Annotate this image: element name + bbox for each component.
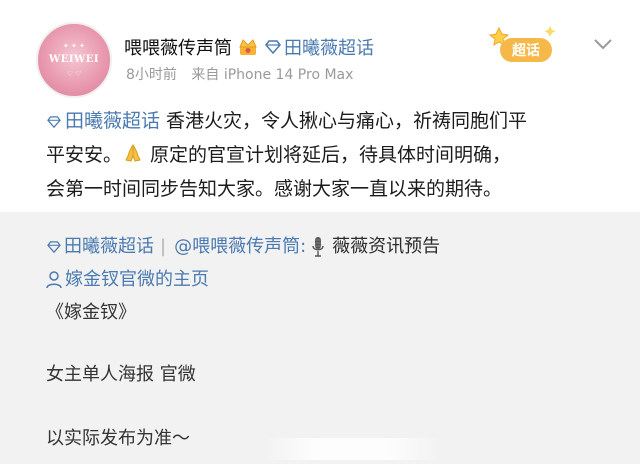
- post-time: 8小时前: [126, 67, 177, 83]
- topic-link-label: 田曦薇超话: [284, 38, 374, 59]
- repost-poster-line: 女主单人海报 官微: [46, 364, 196, 385]
- post-topic-link[interactable]: 田曦薇超话: [46, 110, 160, 132]
- diamond-icon: [47, 241, 61, 253]
- repost-title-line: 《嫁金钗》: [46, 302, 136, 323]
- post-body: 田曦薇超话 香港火灾，令人揪心与痛心，祈祷同胞们平 平安安。 原定的官宣计划将延…: [46, 104, 626, 206]
- super-topic-badge-label: 超话: [511, 42, 540, 59]
- repost-channel: 薇薇资讯预告: [332, 236, 441, 257]
- repost-topic-link[interactable]: 田曦薇超话: [64, 234, 154, 260]
- repost-card[interactable]: 田曦薇超话 | @喂喂薇传声筒: 薇薇资讯预告 嫁金钗官微的主页 《嫁金钗》 女…: [0, 212, 640, 464]
- avatar-logo: WEIWEI: [48, 54, 100, 65]
- diamond-icon: [265, 40, 281, 54]
- watermark-blur: [262, 438, 442, 460]
- post-line-2b: 原定的官宣计划将延后，待具体时间明确，: [144, 144, 512, 166]
- post-line-3: 会第一时间同步告知大家。感谢大家一直以来的期待。: [46, 178, 503, 200]
- person-icon: [46, 271, 62, 289]
- chevron-down-icon[interactable]: [592, 36, 614, 52]
- repost-note-line: 以实际发布为准～: [46, 428, 190, 449]
- username[interactable]: 喂喂薇传声筒: [124, 34, 232, 60]
- repost-mention[interactable]: @喂喂薇传声筒:: [174, 234, 306, 260]
- post-topic-label: 田曦薇超话: [65, 110, 161, 132]
- name-row: 喂喂薇传声筒 田曦薇超话: [124, 34, 374, 60]
- microphone-icon: [312, 237, 324, 257]
- repost-separator: |: [160, 236, 167, 257]
- avatar-decoration: ✦ ✦ ✦: [62, 42, 86, 50]
- avatar[interactable]: ✦ ✦ ✦ WEIWEI ♡ ♡: [36, 22, 112, 98]
- super-topic-badge[interactable]: 超话: [486, 24, 558, 68]
- pray-icon: [125, 144, 141, 162]
- post-line-1: 香港火灾，令人揪心与痛心，祈祷同胞们平: [160, 110, 528, 132]
- topic-link-header[interactable]: 田曦薇超话: [264, 34, 374, 60]
- post-source: 来自 iPhone 14 Pro Max: [191, 67, 354, 83]
- post-line-2a: 平安安。: [46, 144, 123, 166]
- homepage-link[interactable]: 嫁金钗官微的主页: [46, 267, 209, 293]
- homepage-link-label: 嫁金钗官微的主页: [65, 269, 209, 290]
- post-header: ✦ ✦ ✦ WEIWEI ♡ ♡ 喂喂薇传声筒 田曦薇超话 8小时前 来自 iP…: [0, 0, 640, 98]
- diamond-icon: [47, 116, 61, 128]
- repost-header: 田曦薇超话 | @喂喂薇传声筒: 薇薇资讯预告: [46, 234, 440, 260]
- post-meta: 8小时前 来自 iPhone 14 Pro Max: [126, 64, 353, 84]
- crown-icon: [239, 39, 257, 55]
- avatar-decoration-bottom: ♡ ♡: [66, 70, 82, 78]
